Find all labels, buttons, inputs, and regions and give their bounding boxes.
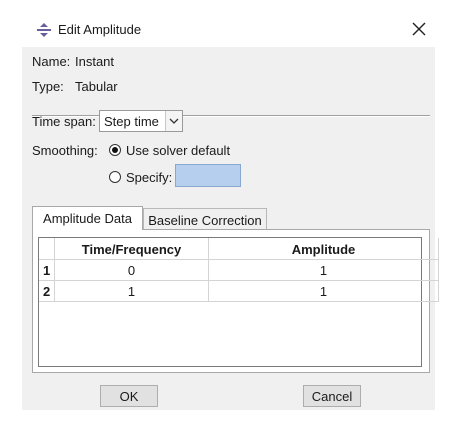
column-header-amplitude[interactable]: Amplitude bbox=[209, 238, 439, 260]
type-label: Type: bbox=[32, 79, 64, 94]
amplitude-app-icon bbox=[37, 23, 51, 37]
row-header[interactable]: 1 bbox=[39, 260, 55, 281]
chevron-down-icon bbox=[169, 118, 179, 124]
column-header-time-frequency[interactable]: Time/Frequency bbox=[55, 238, 209, 260]
table-cell[interactable]: 1 bbox=[209, 281, 439, 302]
specify-input[interactable] bbox=[175, 164, 241, 187]
tab-baseline-correction[interactable]: Baseline Correction bbox=[143, 208, 267, 230]
smoothing-label: Smoothing: bbox=[32, 143, 98, 158]
close-icon[interactable] bbox=[410, 20, 428, 38]
tab-amplitude-data[interactable]: Amplitude Data bbox=[32, 206, 143, 230]
time-span-value: Step time bbox=[104, 114, 159, 129]
type-value: Tabular bbox=[75, 79, 118, 94]
row-header[interactable]: 2 bbox=[39, 281, 55, 302]
table-cell[interactable]: 0 bbox=[55, 260, 209, 281]
name-label: Name: bbox=[32, 54, 71, 69]
use-solver-default-label[interactable]: Use solver default bbox=[126, 143, 230, 158]
table-cell[interactable]: 1 bbox=[209, 260, 439, 281]
specify-radio[interactable] bbox=[109, 171, 121, 183]
table-cell[interactable]: 1 bbox=[55, 281, 209, 302]
dropdown-button[interactable] bbox=[165, 111, 182, 131]
table-corner-header bbox=[39, 238, 55, 260]
amplitude-table[interactable]: Time/Frequency Amplitude 1 0 1 2 1 1 bbox=[38, 237, 439, 367]
time-span-label: Time span: bbox=[32, 114, 96, 129]
window-title: Edit Amplitude bbox=[58, 22, 142, 37]
ok-button[interactable]: OK bbox=[100, 385, 158, 407]
edit-amplitude-dialog: Edit Amplitude Name: Instant Type: Tabul… bbox=[22, 13, 439, 410]
cancel-button[interactable]: Cancel bbox=[303, 385, 361, 407]
use-solver-default-radio[interactable] bbox=[109, 144, 121, 156]
title-bar[interactable]: Edit Amplitude bbox=[22, 13, 435, 47]
name-value: Instant bbox=[75, 54, 115, 69]
specify-label[interactable]: Specify: bbox=[126, 170, 172, 185]
time-span-select[interactable]: Step time bbox=[99, 110, 183, 132]
amplitude-data-panel: Time/Frequency Amplitude 1 0 1 2 1 1 bbox=[32, 229, 439, 373]
